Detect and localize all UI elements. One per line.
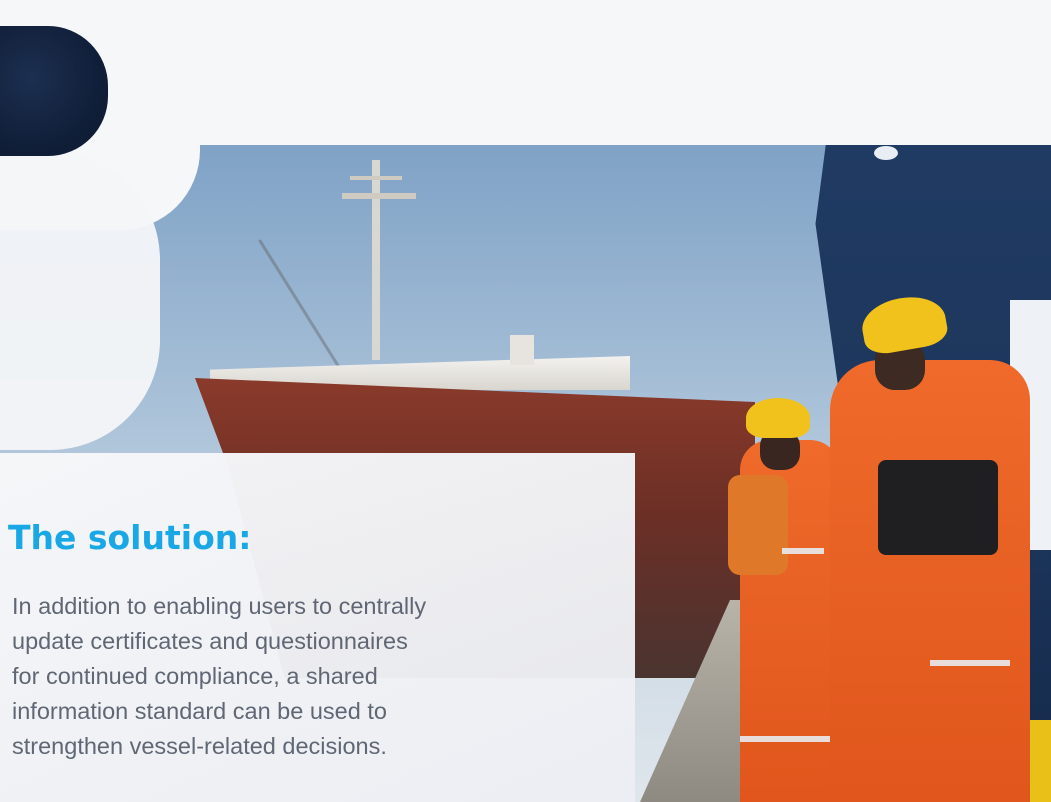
section-heading: The solution: xyxy=(8,518,252,557)
ship-mast xyxy=(372,160,380,360)
decorative-navy-blob xyxy=(0,26,108,156)
body-line: update certificates and questionnaires xyxy=(12,628,408,654)
crane-light xyxy=(874,146,898,160)
body-line: for continued compliance, a shared xyxy=(12,663,378,689)
mast-crossbar xyxy=(342,193,416,199)
decorative-side-shape xyxy=(0,150,160,450)
ship-bridge xyxy=(510,335,534,365)
reflective-stripe xyxy=(740,736,830,742)
body-line: In addition to enabling users to central… xyxy=(12,593,427,619)
body-line: strengthen vessel-related decisions. xyxy=(12,733,387,759)
worker-right-coverall xyxy=(830,360,1030,802)
worker-left-hardhat xyxy=(746,398,810,438)
reflective-stripe xyxy=(930,660,1010,666)
page: The solution: In addition to enabling us… xyxy=(0,0,1051,802)
reflective-stripe xyxy=(782,548,824,554)
mast-crossbar-upper xyxy=(350,176,402,180)
worker-right-lifevest xyxy=(878,460,998,555)
worker-left-lifevest xyxy=(728,475,788,575)
body-paragraph: In addition to enabling users to central… xyxy=(12,589,622,764)
body-line: information standard can be used to xyxy=(12,698,387,724)
